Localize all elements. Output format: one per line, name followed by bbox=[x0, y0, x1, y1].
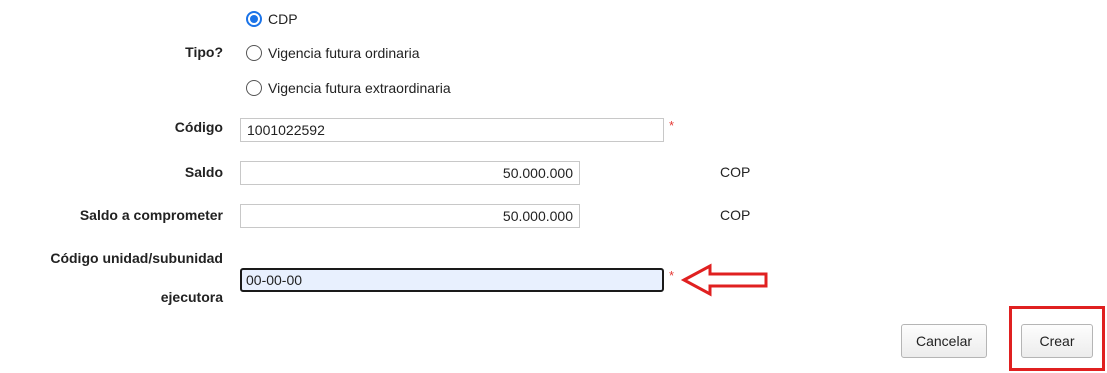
codigo-unidad-label: Código unidad/subunidad bbox=[50, 250, 223, 266]
cancel-button[interactable]: Cancelar bbox=[901, 324, 987, 358]
saldo-input[interactable]: 50.000.000 bbox=[240, 161, 580, 185]
annotation-highlight-box bbox=[1009, 306, 1105, 371]
radio-option-vigencia-ordinaria[interactable]: Vigencia futura ordinaria bbox=[246, 42, 420, 64]
annotation-arrow-icon bbox=[680, 263, 768, 297]
radio-label-vigencia-ordinaria: Vigencia futura ordinaria bbox=[268, 45, 420, 61]
radio-option-vigencia-extraordinaria[interactable]: Vigencia futura extraordinaria bbox=[246, 77, 451, 99]
saldo-unit: COP bbox=[720, 164, 751, 180]
radio-label-cdp: CDP bbox=[268, 11, 298, 27]
codigo-unidad-input[interactable]: 00-00-00 bbox=[240, 268, 664, 292]
codigo-unidad-label-line2: ejecutora bbox=[160, 289, 223, 305]
radio-label-vigencia-extraordinaria: Vigencia futura extraordinaria bbox=[268, 80, 451, 96]
required-marker: * bbox=[669, 268, 675, 283]
required-marker: * bbox=[669, 118, 675, 133]
radio-button-checked[interactable] bbox=[246, 11, 262, 27]
saldo-comprometer-unit: COP bbox=[720, 207, 751, 223]
radio-button[interactable] bbox=[246, 45, 262, 61]
codigo-input[interactable]: 1001022592 bbox=[240, 118, 664, 142]
saldo-label: Saldo bbox=[184, 164, 223, 180]
saldo-comprometer-label: Saldo a comprometer bbox=[79, 207, 223, 223]
tipo-label: Tipo? bbox=[185, 44, 223, 60]
saldo-comprometer-input[interactable]: 50.000.000 bbox=[240, 204, 580, 228]
codigo-label: Código bbox=[174, 119, 223, 135]
radio-option-cdp[interactable]: CDP bbox=[246, 8, 298, 30]
radio-button[interactable] bbox=[246, 80, 262, 96]
